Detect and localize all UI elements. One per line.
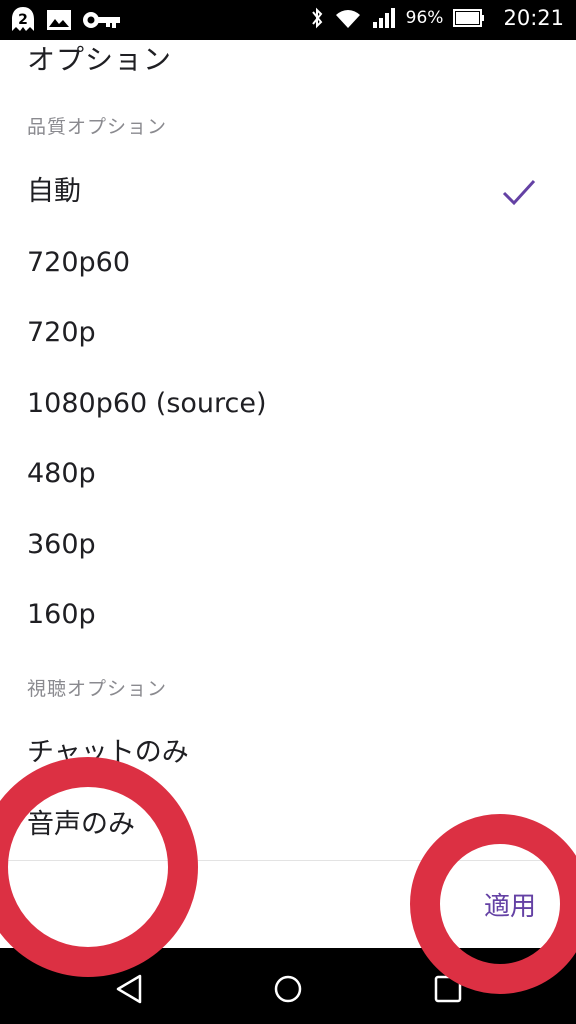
quality-option-auto[interactable]: 自動 bbox=[0, 157, 576, 227]
quality-option-480p[interactable]: 480p bbox=[0, 439, 576, 509]
back-icon[interactable] bbox=[110, 968, 150, 1008]
annotation-circle-right bbox=[410, 814, 576, 994]
clock: 20:21 bbox=[503, 6, 564, 30]
battery-percent: 96% bbox=[405, 8, 444, 28]
option-label: 480p bbox=[27, 458, 96, 489]
battery-icon bbox=[453, 8, 485, 28]
sheet-title: オプション bbox=[27, 43, 173, 76]
checkmark-icon bbox=[502, 177, 536, 207]
option-label: 360p bbox=[27, 529, 96, 560]
quality-option-1080p60-source[interactable]: 1080p60 (source) bbox=[0, 369, 576, 439]
option-label: 160p bbox=[27, 599, 96, 630]
quality-option-160p[interactable]: 160p bbox=[0, 580, 576, 650]
home-icon[interactable] bbox=[268, 968, 308, 1008]
quality-option-360p[interactable]: 360p bbox=[0, 510, 576, 580]
svg-text:2: 2 bbox=[18, 12, 28, 28]
viewing-section-header: 視聴オプション bbox=[27, 678, 168, 700]
status-bar: 2 96% 20:21 bbox=[0, 0, 576, 40]
bluetooth-icon bbox=[310, 6, 324, 30]
wifi-icon bbox=[334, 6, 362, 30]
option-label: 自動 bbox=[27, 176, 81, 207]
key-icon bbox=[82, 8, 122, 32]
option-label: 720p60 bbox=[27, 247, 131, 278]
image-icon bbox=[46, 8, 72, 32]
quality-option-720p60[interactable]: 720p60 bbox=[0, 228, 576, 298]
notification-2-icon: 2 bbox=[10, 6, 36, 34]
quality-section-header: 品質オプション bbox=[27, 116, 168, 138]
signal-icon bbox=[372, 6, 396, 30]
option-label: 1080p60 (source) bbox=[27, 388, 267, 419]
quality-option-720p[interactable]: 720p bbox=[0, 298, 576, 368]
option-label: 720p bbox=[27, 317, 96, 348]
